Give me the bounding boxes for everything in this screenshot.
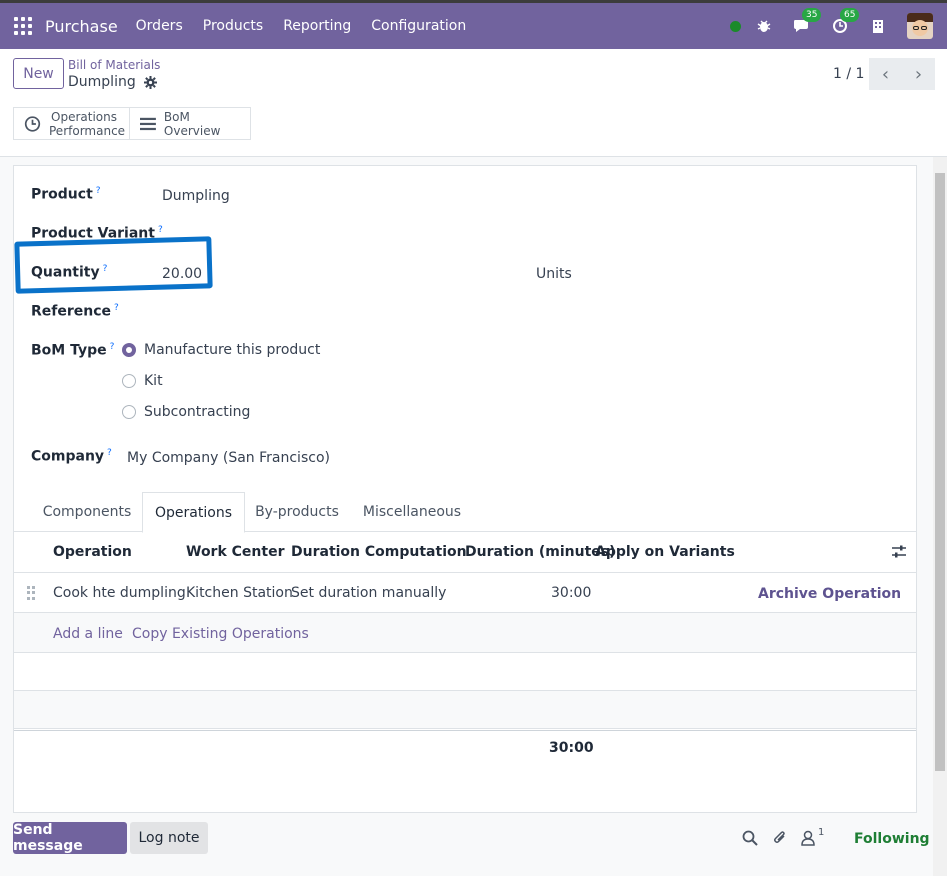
archive-operation-button[interactable]: Archive Operation (758, 586, 901, 602)
activities-clock-icon[interactable]: 65 (831, 8, 860, 35)
clock-icon (24, 115, 41, 132)
reference-label: Reference? (31, 303, 119, 320)
drag-handle-icon[interactable] (27, 586, 35, 600)
cell-work-center[interactable]: Kitchen Station (186, 585, 293, 601)
table-footer-divider (14, 729, 916, 731)
product-field[interactable]: Dumpling (162, 188, 230, 204)
page-scrollbar[interactable] (933, 157, 947, 876)
menu-orders[interactable]: Orders (136, 18, 183, 34)
followers-count: 1 (818, 827, 825, 838)
bom-overview-label: BoM Overview (163, 109, 221, 138)
list-icon (140, 117, 156, 130)
help-tooltip-icon[interactable]: ? (158, 225, 163, 235)
quantity-label: Quantity? (31, 264, 108, 281)
tab-operations[interactable]: Operations (142, 492, 245, 533)
operations-performance-label: Operations Performance (49, 109, 126, 138)
send-message-button[interactable]: Send message (13, 822, 127, 854)
uom-field[interactable]: Units (536, 266, 572, 282)
radio-checked-icon (122, 343, 136, 357)
column-apply-on-variants[interactable]: Apply on Variants (595, 544, 735, 560)
tab-components[interactable]: Components (34, 492, 140, 532)
empty-row (14, 653, 916, 691)
optional-columns-icon[interactable] (891, 545, 907, 559)
column-operation[interactable]: Operation (53, 544, 132, 560)
messages-count-badge: 35 (802, 8, 822, 22)
control-panel: New Bill of Materials Dumpling 1 / 1 ‹ ›… (0, 49, 947, 157)
cell-duration-computation[interactable]: Set duration manually (291, 585, 446, 601)
copy-existing-operations-link[interactable]: Copy Existing Operations (132, 626, 309, 642)
menu-products[interactable]: Products (203, 18, 263, 34)
tab-by-products[interactable]: By-products (247, 492, 347, 532)
radio-unchecked-icon (122, 374, 136, 388)
duration-total: 30:00 (549, 740, 594, 756)
table-row[interactable]: Cook hte dumpling Kitchen Station Set du… (14, 573, 916, 613)
cell-operation[interactable]: Cook hte dumpling (53, 585, 186, 601)
user-avatar[interactable] (907, 13, 933, 39)
app-brand[interactable]: Purchase (45, 17, 118, 36)
column-duration-computation[interactable]: Duration Computation (291, 544, 467, 560)
company-label: Company? (31, 448, 112, 465)
bom-type-label: BoM Type? (31, 342, 115, 359)
bom-type-kit-radio[interactable]: Kit (122, 373, 163, 389)
chevron-left-icon: ‹ (881, 63, 890, 85)
followers-user-icon[interactable] (801, 830, 815, 846)
pager-previous-button[interactable]: ‹ (869, 58, 902, 90)
activities-count-badge: 65 (840, 8, 860, 22)
product-label: Product? (31, 186, 101, 203)
pager-value[interactable]: 1 / 1 (833, 66, 864, 82)
smart-buttons: Operations Performance BoM Overview (13, 107, 251, 140)
gear-icon[interactable] (143, 75, 157, 89)
record-title: Dumpling (68, 74, 157, 90)
menu-reporting[interactable]: Reporting (283, 18, 351, 34)
search-icon[interactable] (742, 830, 758, 846)
scrollbar-thumb[interactable] (935, 173, 945, 771)
log-note-button[interactable]: Log note (130, 822, 208, 854)
record-name: Dumpling (68, 74, 136, 90)
help-tooltip-icon[interactable]: ? (110, 342, 115, 352)
column-duration-minutes[interactable]: Duration (minutes) (465, 544, 616, 560)
operations-performance-button[interactable]: Operations Performance (14, 108, 129, 139)
chevron-right-icon: › (914, 63, 923, 85)
quantity-field[interactable]: 20.00 (162, 266, 202, 282)
systray: 35 65 (730, 3, 947, 49)
pager-next-button[interactable]: › (902, 58, 935, 90)
notebook-tabs: Components Operations By-products Miscel… (14, 492, 916, 533)
top-navbar: Purchase Orders Products Reporting Confi… (0, 0, 947, 49)
new-button[interactable]: New (13, 58, 64, 89)
tab-miscellaneous[interactable]: Miscellaneous (356, 492, 468, 532)
apps-menu-icon[interactable] (14, 17, 32, 35)
breadcrumb-bill-of-materials[interactable]: Bill of Materials (68, 58, 160, 72)
operations-table-header: Operation Work Center Duration Computati… (14, 532, 916, 573)
presence-status-icon (730, 20, 741, 32)
add-a-line-link[interactable]: Add a line (53, 626, 123, 642)
add-line-row: Add a line Copy Existing Operations (14, 613, 916, 653)
paperclip-icon[interactable] (772, 830, 788, 846)
empty-row (14, 691, 916, 729)
form-sheet: Product? Dumpling Product Variant? Quant… (13, 165, 917, 813)
bom-type-manufacture-radio[interactable]: Manufacture this product (122, 342, 320, 358)
chatter-bar: Send message Log note 1 Following (0, 815, 947, 876)
menu-configuration[interactable]: Configuration (371, 18, 466, 34)
bom-overview-button[interactable]: BoM Overview (129, 108, 250, 139)
debug-bug-icon[interactable] (755, 17, 773, 35)
bom-type-subcontracting-radio[interactable]: Subcontracting (122, 404, 250, 420)
column-work-center[interactable]: Work Center (186, 544, 284, 560)
messages-icon[interactable]: 35 (793, 8, 822, 35)
company-building-icon[interactable] (869, 17, 887, 35)
help-tooltip-icon[interactable]: ? (103, 264, 108, 274)
company-field[interactable]: My Company (San Francisco) (127, 450, 330, 466)
help-tooltip-icon[interactable]: ? (96, 186, 101, 196)
help-tooltip-icon[interactable]: ? (114, 303, 119, 313)
cell-duration[interactable]: 30:00 (551, 585, 591, 601)
radio-unchecked-icon (122, 405, 136, 419)
help-tooltip-icon[interactable]: ? (107, 448, 112, 458)
following-button[interactable]: Following (854, 831, 930, 847)
